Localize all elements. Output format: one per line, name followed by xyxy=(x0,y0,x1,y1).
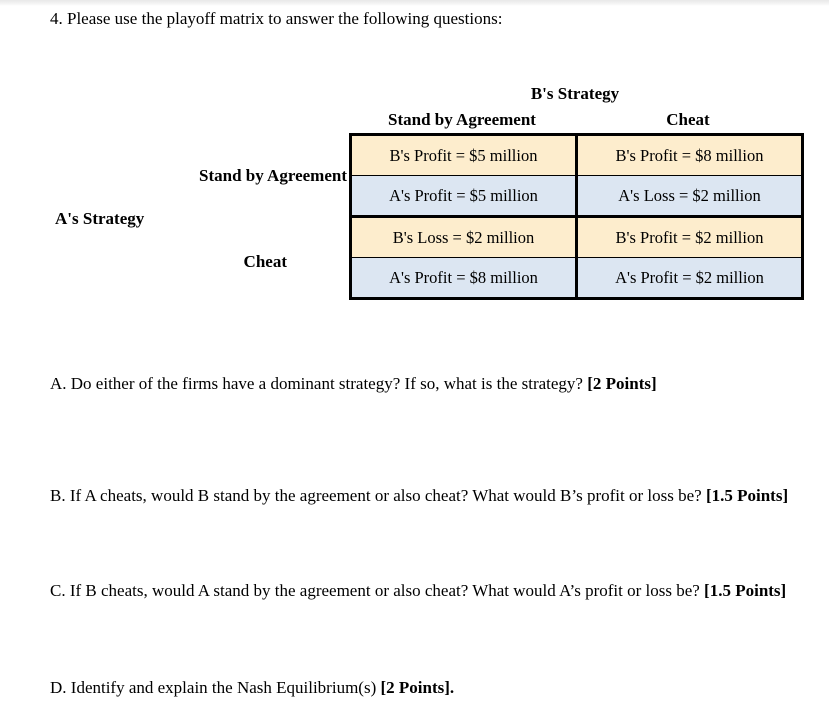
question-d-points: [2 Points] xyxy=(380,678,450,697)
cell-r1c1-a-payoff: A's Profit = $2 million xyxy=(575,257,804,299)
question-item-d: D. Identify and explain the Nash Equilib… xyxy=(50,676,805,700)
matrix-column-header-stand-by-agreement: Stand by Agreement xyxy=(388,110,536,129)
matrix-row-axis-title: A's Strategy xyxy=(55,209,145,228)
cell-r0c0-b-payoff: B's Profit = $5 million xyxy=(349,134,578,176)
question-item-c: C. If B cheats, would A stand by the agr… xyxy=(50,579,805,603)
question-c-text: C. If B cheats, would A stand by the agr… xyxy=(50,581,700,600)
question-c-points: [1.5 Points] xyxy=(704,581,787,600)
question-prompt: 4. Please use the playoff matrix to answ… xyxy=(50,9,503,28)
question-b-text: B. If A cheats, would B stand by the agr… xyxy=(50,486,702,505)
cell-r0c0-a-payoff: A's Profit = $5 million xyxy=(349,175,578,218)
question-item-b: B. If A cheats, would B stand by the agr… xyxy=(50,484,805,508)
matrix-column-header-cheat: Cheat xyxy=(666,110,710,129)
cell-r1c0-b-payoff: B's Loss = $2 million xyxy=(349,215,578,258)
table-row: A's Profit = $5 million A's Loss = $2 mi… xyxy=(349,175,804,218)
cell-r0c1-b-payoff: B's Profit = $8 million xyxy=(575,134,804,176)
question-d-text: D. Identify and explain the Nash Equilib… xyxy=(50,678,381,697)
payoff-matrix-table: B's Profit = $5 million B's Profit = $8 … xyxy=(349,133,804,300)
question-a-text: A. Do either of the firms have a dominan… xyxy=(50,374,588,393)
document-page: 4. Please use the playoff matrix to answ… xyxy=(0,0,829,706)
cell-r1c0-a-payoff: A's Profit = $8 million xyxy=(349,257,578,299)
matrix-column-axis-title: B's Strategy xyxy=(530,84,620,103)
question-b-points: [1.5 Points] xyxy=(705,486,789,505)
cell-r1c1-b-payoff: B's Profit = $2 million xyxy=(575,215,804,258)
table-row: B's Loss = $2 million B's Profit = $2 mi… xyxy=(349,215,804,258)
matrix-row-header-stand-by-agreement: Stand by Agreement xyxy=(199,166,347,185)
question-item-a: A. Do either of the firms have a dominan… xyxy=(50,372,805,396)
cell-r0c1-a-payoff: A's Loss = $2 million xyxy=(575,175,804,218)
matrix-row-header-cheat: Cheat xyxy=(243,252,287,271)
table-row: B's Profit = $5 million B's Profit = $8 … xyxy=(349,134,804,176)
question-a-points: [2 Points] xyxy=(587,374,657,393)
question-d-tail: . xyxy=(449,678,455,697)
table-row: A's Profit = $8 million A's Profit = $2 … xyxy=(349,257,804,299)
